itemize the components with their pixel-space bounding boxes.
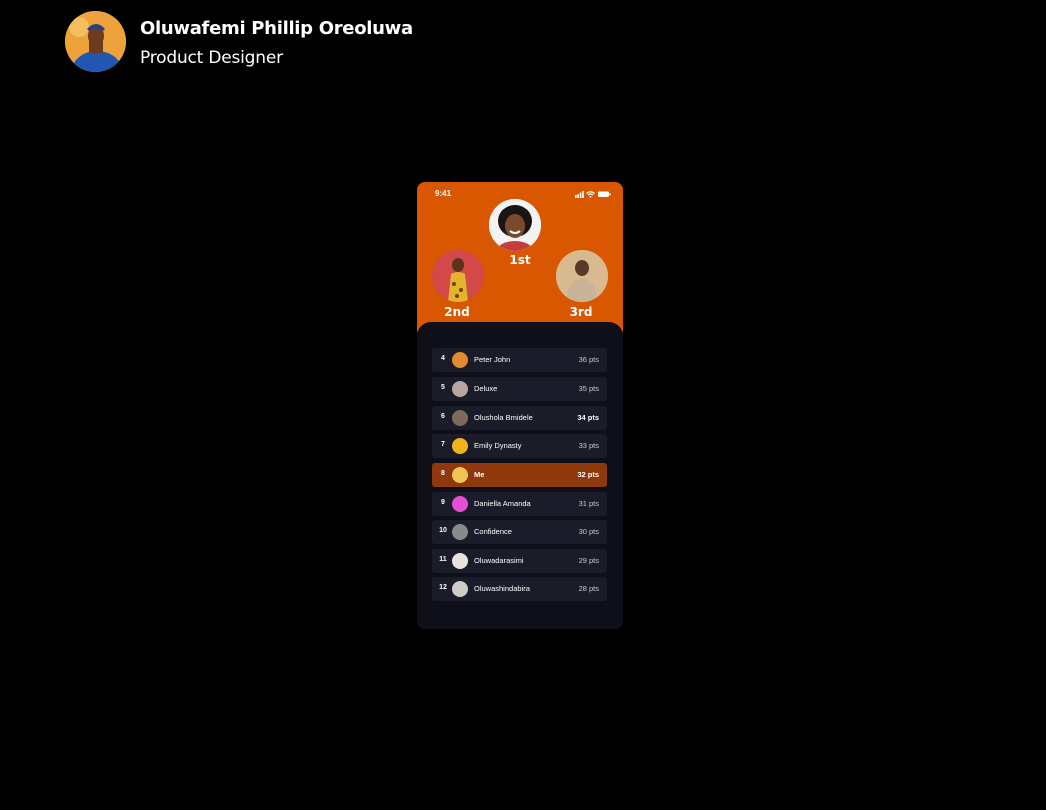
row-points: 35 pts bbox=[578, 384, 599, 393]
row-name: Oluwadarasimi bbox=[474, 556, 524, 565]
leaderboard-row[interactable]: 6 Olushola Bmidele 34 pts bbox=[432, 406, 607, 430]
second-place-avatar[interactable] bbox=[432, 250, 484, 302]
row-points: 28 pts bbox=[578, 584, 599, 593]
second-place-label: 2nd bbox=[444, 305, 470, 319]
wifi-icon bbox=[586, 191, 595, 198]
leaderboard-row[interactable]: 5 Deluxe 35 pts bbox=[432, 377, 607, 401]
user-avatar bbox=[452, 438, 468, 454]
battery-icon bbox=[598, 191, 611, 197]
leaderboard-row[interactable]: 11 Oluwadarasimi 29 pts bbox=[432, 549, 607, 573]
user-avatar bbox=[452, 381, 468, 397]
third-place-label: 3rd bbox=[569, 305, 593, 319]
row-name: Oluwashindabira bbox=[474, 584, 530, 593]
user-avatar bbox=[452, 496, 468, 512]
row-rank: 11 bbox=[439, 556, 447, 563]
row-rank: 9 bbox=[441, 499, 445, 506]
row-name: Deluxe bbox=[474, 384, 498, 393]
first-place-avatar[interactable] bbox=[489, 199, 541, 251]
user-avatar bbox=[452, 581, 468, 597]
leaderboard-list: 4 Peter John 36 pts 5 Deluxe 35 pts 6 Ol… bbox=[417, 322, 623, 629]
signal-icon bbox=[575, 191, 584, 198]
row-points: 29 pts bbox=[578, 556, 599, 565]
row-name: Confidence bbox=[474, 527, 512, 536]
row-points: 36 pts bbox=[578, 355, 599, 364]
leaderboard-row[interactable]: 12 Oluwashindabira 28 pts bbox=[432, 577, 607, 601]
status-icons bbox=[575, 191, 611, 198]
leaderboard-row[interactable]: 9 Daniella Amanda 31 pts bbox=[432, 492, 607, 516]
row-points: 33 pts bbox=[578, 441, 599, 450]
author-name: Oluwafemi Phillip Oreoluwa bbox=[140, 18, 413, 39]
row-rank: 5 bbox=[441, 384, 445, 391]
row-points: 31 pts bbox=[578, 499, 599, 508]
author-role: Product Designer bbox=[140, 48, 283, 68]
leaderboard-row[interactable]: 7 Emily Dynasty 33 pts bbox=[432, 434, 607, 458]
leaderboard-row[interactable]: 10 Confidence 30 pts bbox=[432, 520, 607, 544]
row-name: Emily Dynasty bbox=[474, 441, 522, 450]
row-rank: 12 bbox=[439, 584, 447, 591]
first-place-label: 1st bbox=[509, 253, 531, 267]
third-place-avatar[interactable] bbox=[556, 250, 608, 302]
author-avatar bbox=[65, 11, 126, 72]
leaderboard-row[interactable]: 4 Peter John 36 pts bbox=[432, 348, 607, 372]
row-name: Me bbox=[474, 470, 485, 479]
canvas: Oluwafemi Phillip Oreoluwa Product Desig… bbox=[0, 0, 1046, 810]
row-name: Peter John bbox=[474, 355, 511, 364]
user-avatar bbox=[452, 467, 468, 483]
row-rank: 4 bbox=[441, 355, 445, 362]
status-time: 9:41 bbox=[435, 189, 452, 198]
row-rank: 7 bbox=[441, 441, 445, 448]
user-avatar bbox=[452, 352, 468, 368]
row-points: 32 pts bbox=[577, 470, 599, 479]
row-rank: 8 bbox=[441, 470, 445, 477]
podium-section: 9:41 1st 2nd 3rd bbox=[417, 182, 623, 332]
user-avatar bbox=[452, 410, 468, 426]
row-points: 30 pts bbox=[578, 527, 599, 536]
row-points: 34 pts bbox=[577, 413, 599, 422]
row-name: Olushola Bmidele bbox=[474, 413, 533, 422]
row-rank: 10 bbox=[439, 527, 447, 534]
row-rank: 6 bbox=[441, 413, 445, 420]
leaderboard-phone-screen: 9:41 1st 2nd 3rd 4 Peter John 36 pts 5 D… bbox=[417, 182, 623, 629]
user-avatar bbox=[452, 553, 468, 569]
leaderboard-row-current-user[interactable]: 8 Me 32 pts bbox=[432, 463, 607, 487]
user-avatar bbox=[452, 524, 468, 540]
row-name: Daniella Amanda bbox=[474, 499, 531, 508]
